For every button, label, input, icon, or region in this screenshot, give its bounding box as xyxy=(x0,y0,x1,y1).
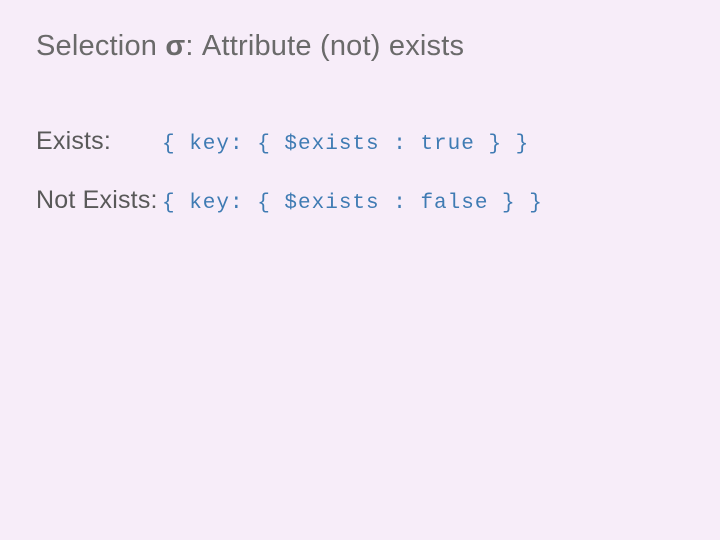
example-row: Not Exists: { key: { $exists : false } } xyxy=(36,186,684,215)
row-code: { key: { $exists : true } } xyxy=(162,133,529,156)
row-label: Exists: xyxy=(36,127,162,156)
slide-title: Selection σ: Attribute (not) exists xyxy=(36,30,684,63)
row-label: Not Exists: xyxy=(36,186,162,215)
sigma-symbol: σ xyxy=(165,30,185,62)
row-code: { key: { $exists : false } } xyxy=(162,192,543,215)
title-suffix: : Attribute (not) exists xyxy=(185,30,464,62)
example-row: Exists: { key: { $exists : true } } xyxy=(36,127,684,156)
title-prefix: Selection xyxy=(36,30,165,62)
